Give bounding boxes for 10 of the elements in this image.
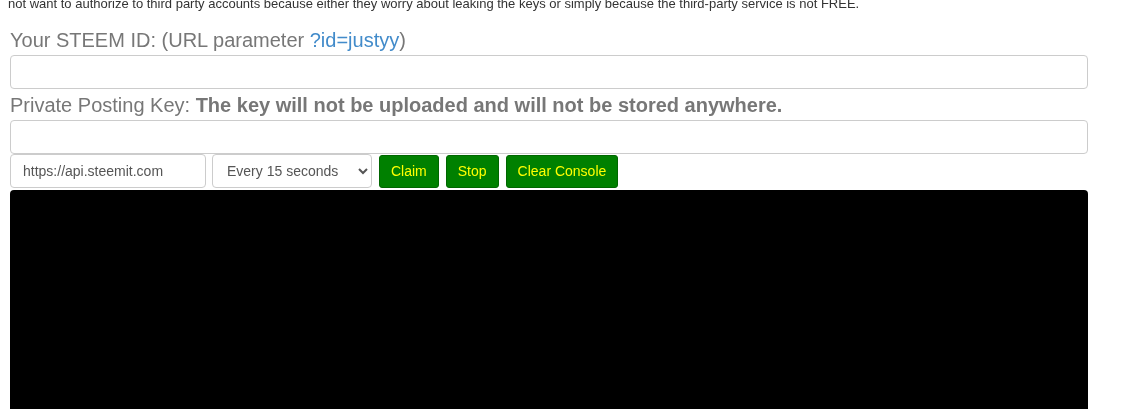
- posting-key-field[interactable]: [10, 120, 1088, 154]
- action-button[interactable]: Clear Console: [505, 154, 619, 188]
- action-button[interactable]: Stop: [445, 154, 499, 188]
- posting-key-label: Private Posting Key: The key will not be uploaded and will not be stored anywhere.: [10, 93, 784, 117]
- steem-id-label: Your STEEM ID: (URL parameter ?id=justyy): [10, 28, 407, 52]
- url-parameter-link[interactable]: ?id=justyy: [309, 29, 400, 51]
- steem-id-field[interactable]: [10, 55, 1088, 89]
- api-node-field[interactable]: https://api.steemit.com: [10, 154, 206, 188]
- action-button[interactable]: Claim: [379, 154, 439, 188]
- interval-select[interactable]: Every 15 seconds: [212, 154, 372, 188]
